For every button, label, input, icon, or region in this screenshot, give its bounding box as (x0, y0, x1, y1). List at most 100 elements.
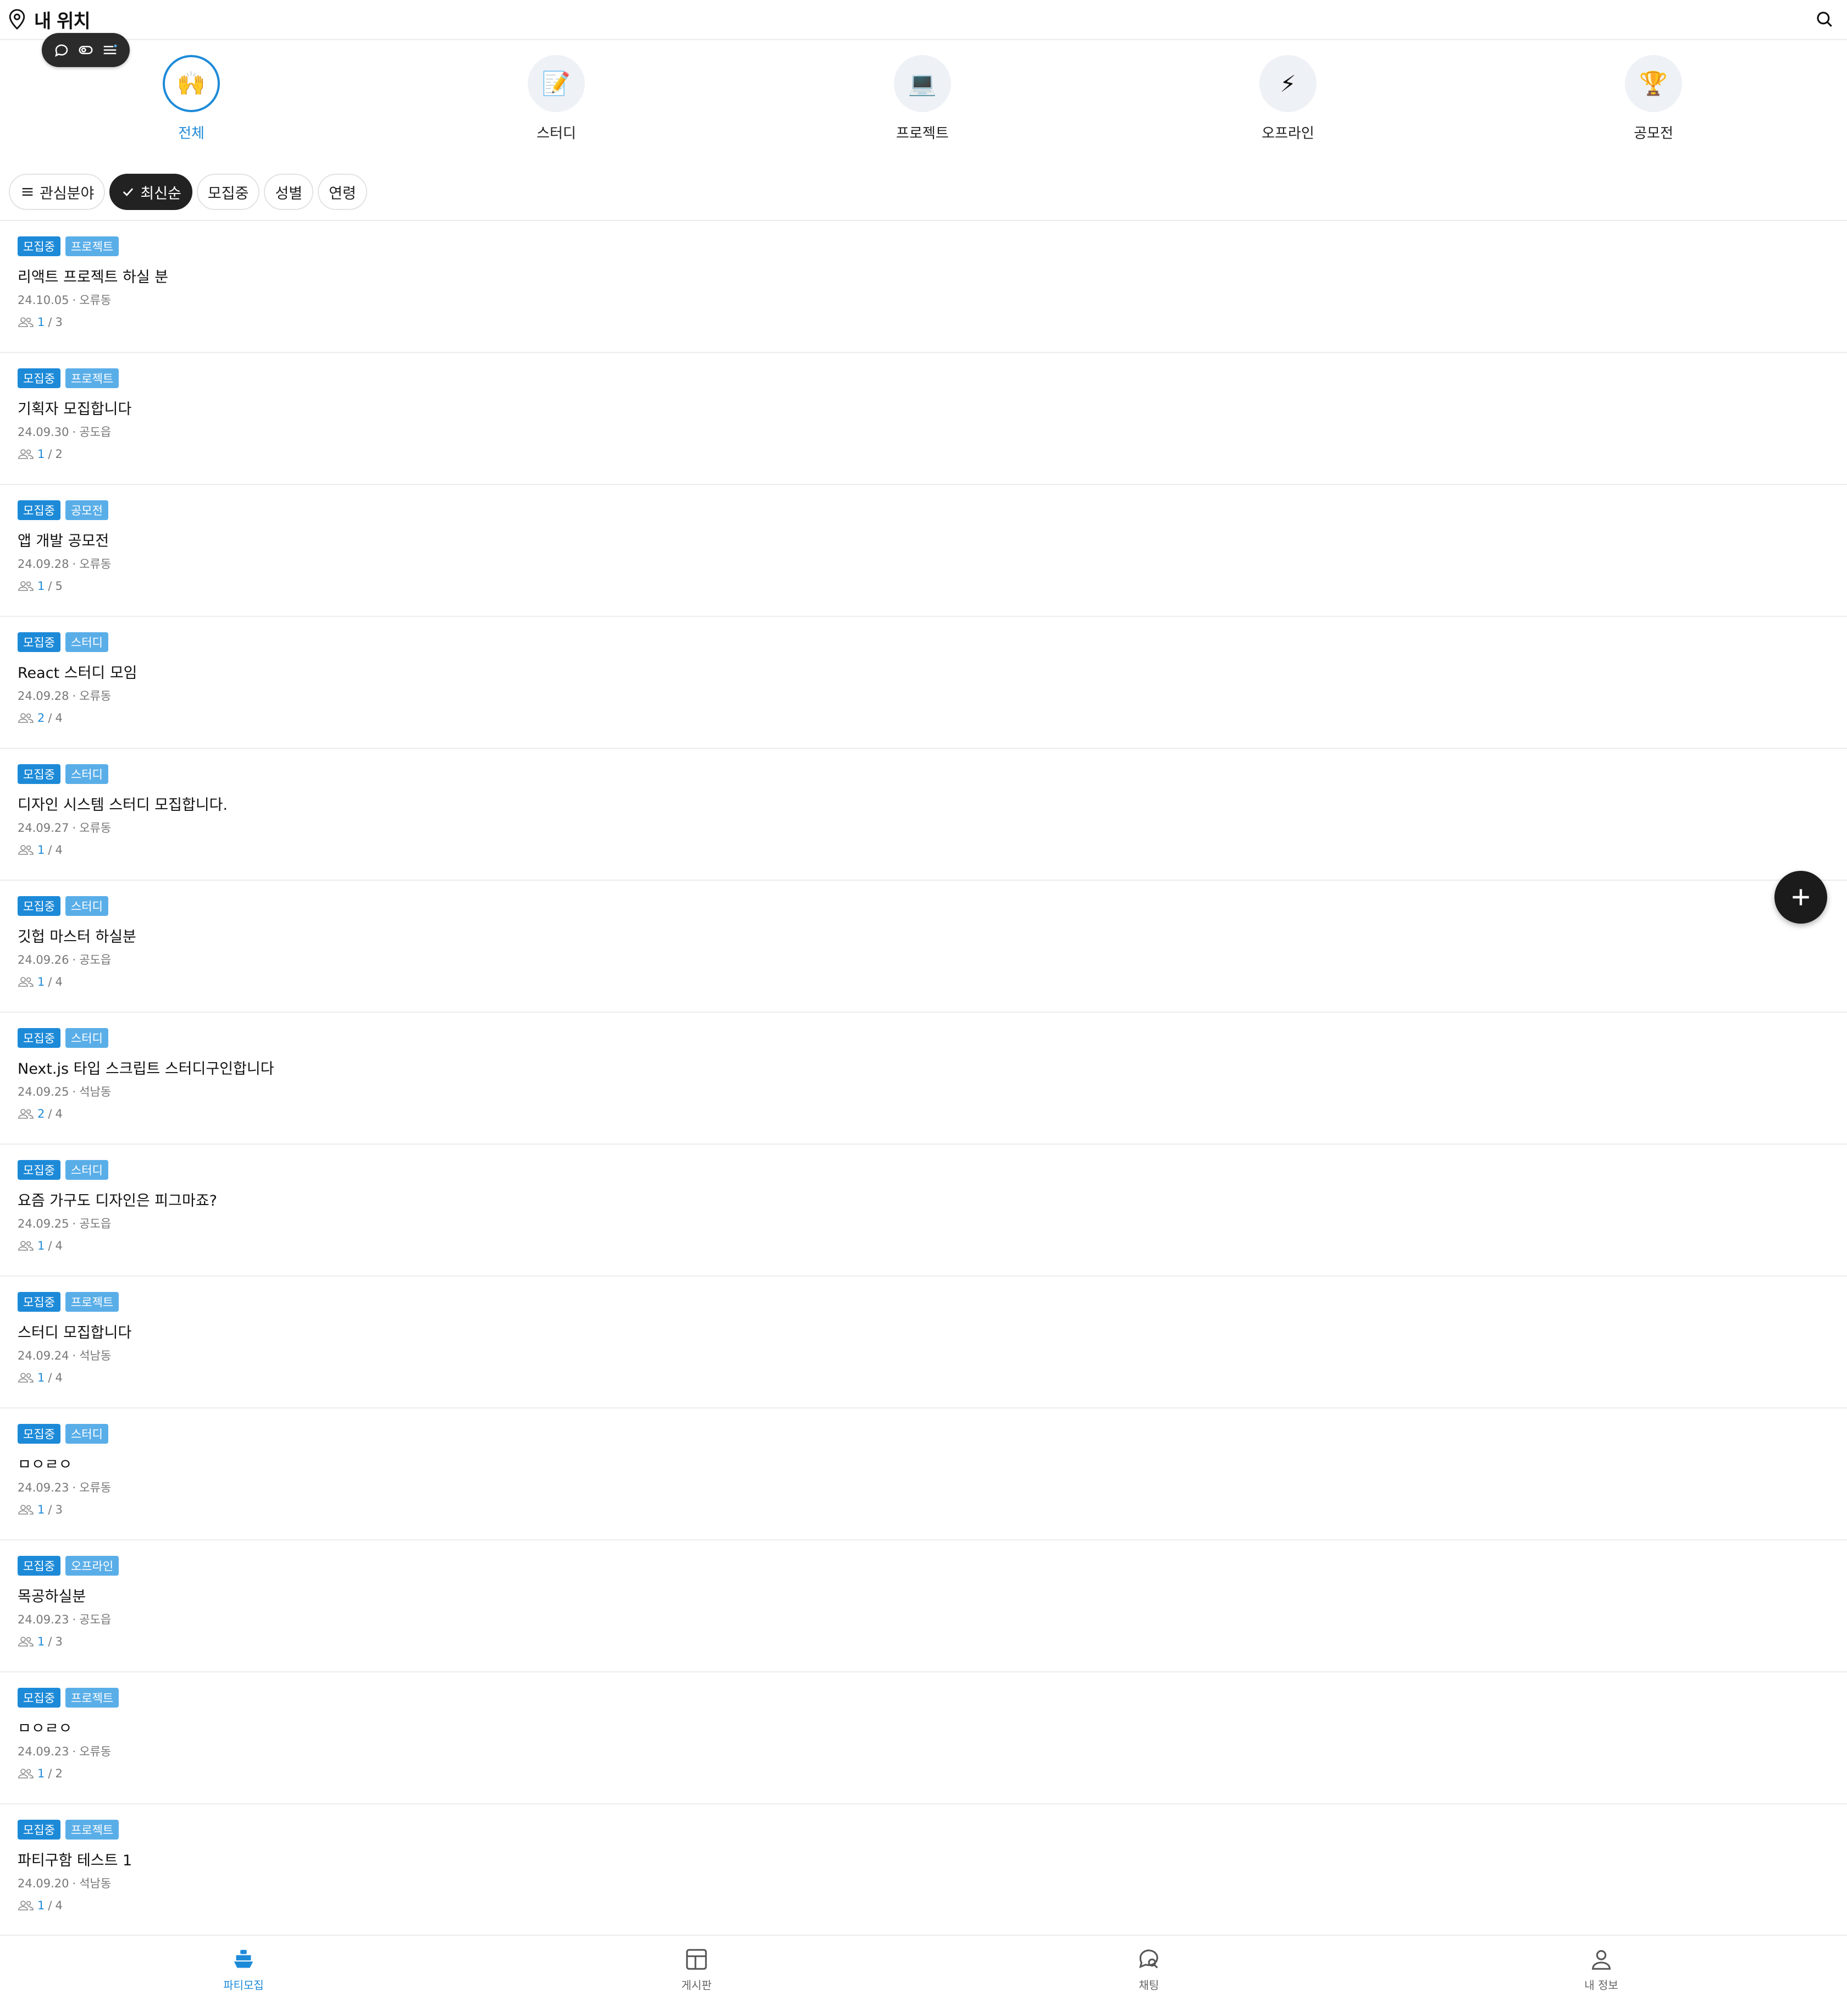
post-location: 오류동 (79, 1481, 112, 1494)
list-item[interactable]: 모집중 스터디 깃헙 마스터 하실분 24.09.26 · 공도읍 1/4 (0, 881, 1847, 1013)
category-badge: 스터디 (65, 1028, 108, 1048)
count-separator: / (48, 711, 52, 725)
current-members: 1 (37, 316, 45, 329)
category-tab-1[interactable]: 📝 스터디 (496, 55, 617, 142)
post-title: React 스터디 모임 (18, 665, 137, 682)
post-title: ㅁㅇㄹㅇ (18, 1720, 73, 1737)
nav-tab-3[interactable]: 내 정보 (1535, 1947, 1667, 1992)
list-item[interactable]: 모집중 스터디 Next.js 타입 스크립트 스터디구인합니다 24.09.25 · 석… (0, 1013, 1847, 1145)
post-title: 깃헙 마스터 하실분 (18, 929, 136, 946)
create-post-button[interactable] (1774, 871, 1827, 924)
category-badge: 스터디 (65, 1424, 108, 1444)
tag-group: 모집중 프로젝트 (18, 1292, 1829, 1313)
people-icon (18, 1901, 34, 1910)
tag-group: 모집중 공모전 (18, 500, 1829, 521)
post-location: 오류동 (79, 294, 112, 307)
post-date: 24.09.23 (18, 1613, 69, 1626)
total-members: 3 (55, 316, 63, 329)
current-members: 2 (37, 1107, 45, 1120)
nav-tab-2[interactable]: 채팅 (1083, 1947, 1215, 1992)
category-emoji-icon: 🏆 (1625, 55, 1682, 112)
total-members: 5 (55, 579, 63, 593)
filter-bar: 관심분야 최신순 모집중 성별 연령 (9, 174, 367, 212)
category-label: 전체 (178, 125, 204, 142)
post-meta: 24.09.23 · 오류동 (18, 1479, 1829, 1494)
nav-label: 내 정보 (1584, 1979, 1618, 1992)
count-separator: / (48, 1767, 52, 1780)
filter-label: 모집중 (207, 185, 249, 202)
list-item[interactable]: 모집중 프로젝트 스터디 모집합니다 24.09.24 · 석남동 1/4 (0, 1277, 1847, 1409)
member-count: 1/4 (18, 1370, 1829, 1385)
post-meta: 24.09.24 · 석남동 (18, 1347, 1829, 1362)
status-badge: 모집중 (18, 1424, 60, 1444)
meta-separator: · (72, 1877, 76, 1890)
people-icon (18, 449, 34, 459)
post-date: 24.09.23 (18, 1745, 69, 1758)
app-header: 내 위치 (0, 0, 1847, 40)
total-members: 4 (55, 975, 63, 988)
member-count: 1/4 (18, 842, 1829, 858)
current-members: 1 (37, 975, 45, 988)
status-badge: 모집중 (18, 500, 60, 520)
current-members: 1 (37, 579, 45, 593)
tag-group: 모집중 스터디 (18, 632, 1829, 653)
category-tab-4[interactable]: 🏆 공모전 (1593, 55, 1714, 142)
list-item[interactable]: 모집중 스터디 ㅁㅇㄹㅇ 24.09.23 · 오류동 1/3 (0, 1409, 1847, 1540)
list-item[interactable]: 모집중 프로젝트 파티구함 테스트 1 24.09.20 · 석남동 1/4 (0, 1804, 1847, 1936)
category-emoji-icon: ⚡ (1259, 55, 1317, 112)
board-icon (686, 1949, 707, 1970)
tag-group: 모집중 프로젝트 (18, 1820, 1829, 1841)
list-item[interactable]: 모집중 공모전 앱 개발 공모전 24.09.28 · 오류동 1/5 (0, 485, 1847, 617)
plus-icon (1793, 889, 1809, 905)
page-title: 내 위치 (34, 10, 91, 32)
filter-label: 성별 (275, 185, 303, 202)
list-item[interactable]: 모집중 스터디 React 스터디 모임 24.09.28 · 오류동 2/4 (0, 617, 1847, 749)
nav-tab-1[interactable]: 게시판 (631, 1947, 762, 1992)
people-icon (18, 317, 34, 327)
post-location: 오류동 (79, 557, 112, 571)
filter-chip-0[interactable]: 관심분야 (9, 174, 106, 210)
member-count: 1/4 (18, 974, 1829, 990)
post-meta: 24.09.23 · 오류동 (18, 1743, 1829, 1758)
nav-tab-0[interactable]: 파티모집 (178, 1947, 309, 1992)
filter-chip-3[interactable]: 성별 (264, 174, 314, 210)
category-tab-2[interactable]: 💻 프로젝트 (862, 55, 983, 142)
post-meta: 24.09.20 · 석남동 (18, 1875, 1829, 1890)
list-item[interactable]: 모집중 오프라인 목공하실분 24.09.23 · 공도읍 1/3 (0, 1540, 1847, 1672)
filter-chip-4[interactable]: 연령 (318, 174, 367, 210)
list-item[interactable]: 모집중 스터디 요즘 가구도 디자인은 피그마죠? 24.09.25 · 공도읍 1/4 (0, 1145, 1847, 1277)
category-tab-0[interactable]: 🙌 전체 (131, 55, 252, 142)
post-location: 공도읍 (79, 953, 112, 966)
current-members: 1 (37, 1239, 45, 1252)
post-title: 요즘 가구도 디자인은 피그마죠? (18, 1192, 217, 1209)
location-selector[interactable]: 내 위치 (8, 7, 91, 32)
member-count: 1/2 (18, 1766, 1829, 1781)
current-members: 1 (37, 1635, 45, 1648)
filter-chip-1[interactable]: 최신순 (109, 174, 192, 210)
post-date: 24.09.27 (18, 821, 69, 835)
list-item[interactable]: 모집중 프로젝트 ㅁㅇㄹㅇ 24.09.23 · 오류동 1/2 (0, 1672, 1847, 1804)
list-item[interactable]: 모집중 스터디 디자인 시스템 스터디 모집합니다. 24.09.27 · 오류동 1/4 (0, 749, 1847, 881)
filter-chip-2[interactable]: 모집중 (196, 174, 260, 210)
post-title: 앱 개발 공모전 (18, 533, 109, 550)
category-badge: 오프라인 (65, 1556, 119, 1576)
status-badge: 모집중 (18, 1820, 60, 1840)
post-location: 공도읍 (79, 1217, 112, 1230)
post-date: 24.09.28 (18, 689, 69, 703)
list-item[interactable]: 모집중 프로젝트 기획자 모집합니다 24.09.30 · 공도읍 1/2 (0, 353, 1847, 485)
people-icon (18, 581, 34, 591)
count-separator: / (48, 975, 52, 988)
category-label: 스터디 (537, 125, 576, 142)
category-tab-3[interactable]: ⚡ 오프라인 (1227, 55, 1348, 142)
list-item[interactable]: 모집중 프로젝트 리액트 프로젝트 하실 분 24.10.05 · 오류동 1/3 (0, 221, 1847, 353)
people-icon (18, 977, 34, 987)
nav-label: 채팅 (1138, 1979, 1159, 1992)
search-icon[interactable] (1815, 10, 1834, 29)
status-badge: 모집중 (18, 1556, 60, 1576)
current-members: 1 (37, 1503, 45, 1516)
nav-label: 파티모집 (223, 1979, 264, 1992)
count-separator: / (48, 448, 52, 461)
post-date: 24.09.28 (18, 557, 69, 571)
status-badge: 모집중 (18, 764, 60, 784)
post-location: 오류동 (79, 821, 112, 835)
